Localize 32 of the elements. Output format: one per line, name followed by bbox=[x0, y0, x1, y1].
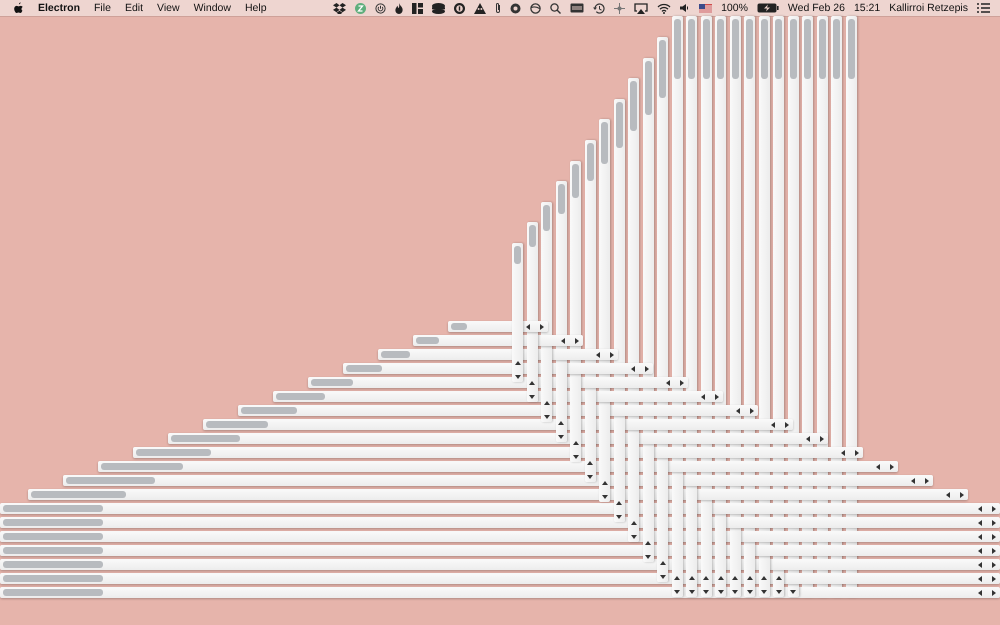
stack-icon[interactable] bbox=[432, 2, 446, 14]
crosshair-icon[interactable] bbox=[614, 2, 626, 14]
battery-charging-icon[interactable] bbox=[756, 3, 779, 13]
paperclip-icon[interactable] bbox=[495, 2, 502, 14]
box-icon[interactable] bbox=[333, 2, 346, 14]
user-name[interactable]: Kallirroi Retzepis bbox=[889, 2, 968, 14]
menu-item[interactable]: Window bbox=[194, 2, 231, 14]
battery-percent[interactable]: 100% bbox=[721, 2, 748, 14]
ball-icon[interactable] bbox=[510, 2, 522, 14]
creature-icon[interactable] bbox=[474, 2, 486, 14]
wifi-icon[interactable] bbox=[657, 2, 672, 14]
letter-z-icon[interactable] bbox=[355, 2, 366, 14]
speaker-icon[interactable] bbox=[680, 3, 690, 13]
search-icon[interactable] bbox=[550, 2, 562, 14]
menu-bar-clock[interactable]: 15:21 bbox=[854, 2, 880, 14]
apple-logo-icon[interactable] bbox=[13, 2, 24, 14]
menu-item[interactable]: View bbox=[157, 2, 180, 14]
power-icon[interactable] bbox=[375, 2, 386, 14]
circle-slash-icon[interactable] bbox=[530, 2, 542, 14]
menu-bar-date[interactable]: Wed Feb 26 bbox=[788, 2, 845, 14]
airplay-icon[interactable] bbox=[634, 2, 648, 14]
keyboard-icon[interactable] bbox=[570, 3, 584, 13]
menu-item[interactable]: Help bbox=[244, 2, 267, 14]
menu-item[interactable]: File bbox=[94, 2, 111, 14]
flame-icon[interactable] bbox=[395, 2, 404, 14]
menu-item[interactable]: Edit bbox=[124, 2, 144, 14]
clock-history-icon[interactable] bbox=[593, 2, 606, 14]
grid-icon[interactable] bbox=[412, 2, 424, 14]
flag-icon[interactable] bbox=[699, 4, 712, 12]
app-menu[interactable]: Electron bbox=[38, 2, 80, 14]
info-circle-icon[interactable] bbox=[454, 2, 466, 14]
list-icon[interactable] bbox=[977, 3, 990, 13]
